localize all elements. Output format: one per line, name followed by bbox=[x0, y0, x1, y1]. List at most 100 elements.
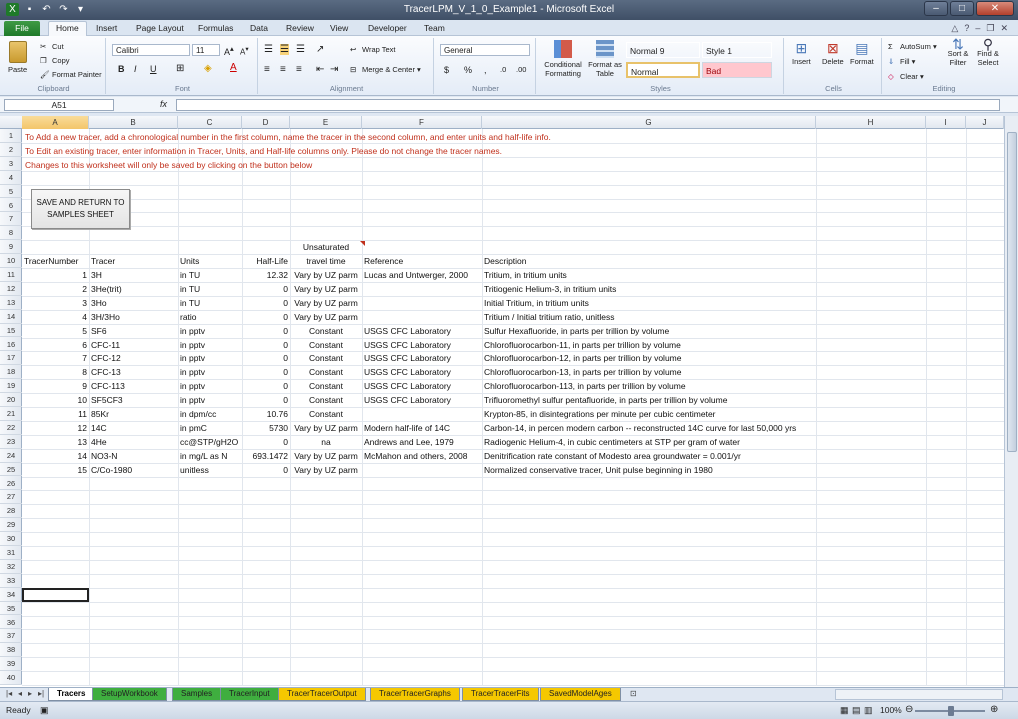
cell-tracer[interactable]: CFC-11 bbox=[91, 338, 176, 352]
formula-input[interactable] bbox=[176, 99, 1000, 111]
format-painter-button[interactable]: 🖌 Format Painter bbox=[40, 70, 102, 80]
cell-description[interactable]: Krypton-85, in disintegrations per minut… bbox=[484, 407, 814, 421]
cell-half-life[interactable]: 5730 bbox=[244, 421, 288, 435]
zoom-knob[interactable] bbox=[948, 706, 954, 716]
cell-tracer[interactable]: 3H bbox=[91, 268, 176, 282]
style-normal9[interactable]: Normal 9 bbox=[626, 42, 700, 58]
clear-button[interactable]: ◇ Clear ▾ bbox=[888, 72, 924, 82]
cell-tracer[interactable]: CFC-13 bbox=[91, 365, 176, 379]
row-header[interactable]: 33 bbox=[0, 574, 22, 588]
row-header[interactable]: 39 bbox=[0, 657, 22, 672]
row-header[interactable]: 23 bbox=[0, 435, 22, 449]
cell-description[interactable]: Chlorofluorocarbon-13, in parts per tril… bbox=[484, 365, 814, 379]
worksheet-grid[interactable]: ABCDEFGHIJ 1 2 3 4 5 6 7 8 9 10 11 12 13 14 15 16 17 18 19… bbox=[0, 116, 1004, 687]
cell-uz-travel-time[interactable]: Constant bbox=[292, 351, 360, 365]
cell-half-life[interactable]: 0 bbox=[244, 351, 288, 365]
column-header-e[interactable]: E bbox=[290, 116, 362, 129]
page-layout-view-icon[interactable]: ▤ bbox=[852, 705, 861, 716]
header-description[interactable]: Description bbox=[484, 254, 814, 268]
cell-description[interactable]: Chlorofluorocarbon-11, in parts per tril… bbox=[484, 338, 814, 352]
font-name-select[interactable]: Calibri bbox=[112, 44, 190, 56]
cell-half-life[interactable]: 0 bbox=[244, 463, 288, 477]
page-break-view-icon[interactable]: ▥ bbox=[864, 705, 873, 716]
cell-tracer-number[interactable]: 5 bbox=[24, 324, 87, 338]
style-style1[interactable]: Style 1 bbox=[702, 42, 772, 58]
cell-half-life[interactable]: 10.76 bbox=[244, 407, 288, 421]
tab-data[interactable]: Data bbox=[250, 23, 268, 33]
row-header[interactable]: 31 bbox=[0, 546, 22, 560]
cell-description[interactable]: Radiogenic Helium-4, in cubic centimeter… bbox=[484, 435, 814, 449]
cell-half-life[interactable]: 0 bbox=[244, 282, 288, 296]
cell-units[interactable]: in mg/L as N bbox=[180, 449, 240, 463]
column-header-i[interactable]: I bbox=[926, 116, 966, 129]
cell-units[interactable]: in dpm/cc bbox=[180, 407, 240, 421]
cell-units[interactable]: cc@STP/gH2O bbox=[180, 435, 240, 449]
row-header[interactable]: 32 bbox=[0, 560, 22, 574]
increase-decimal-icon[interactable]: .0 bbox=[500, 65, 506, 74]
borders-icon[interactable]: ⊞ bbox=[176, 63, 184, 74]
cell-description[interactable]: Trifluoromethyl sulfur pentafluoride, in… bbox=[484, 393, 814, 407]
row-header[interactable]: 5 bbox=[0, 185, 22, 199]
scroll-thumb[interactable] bbox=[1007, 132, 1017, 452]
format-cells-button[interactable]: ▤ Format bbox=[850, 40, 874, 66]
conditional-formatting-button[interactable]: Conditional Formatting bbox=[540, 40, 586, 78]
workbook-minimize-icon[interactable]: – bbox=[975, 23, 980, 34]
cell-reference[interactable]: Modern half-life of 14C bbox=[364, 421, 480, 435]
row-header[interactable]: 19 bbox=[0, 379, 22, 394]
cell-uz-travel-time[interactable]: Constant bbox=[292, 324, 360, 338]
cell-tracer-number[interactable]: 9 bbox=[24, 379, 87, 393]
cell-description[interactable]: Carbon-14, in percen modern carbon -- re… bbox=[484, 421, 814, 435]
row-header[interactable]: 4 bbox=[0, 171, 22, 185]
style-normal[interactable]: Normal bbox=[626, 62, 700, 78]
row-header[interactable]: 7 bbox=[0, 212, 22, 227]
cut-button[interactable]: ✂ Cut bbox=[40, 42, 64, 52]
comma-button[interactable]: , bbox=[484, 65, 487, 75]
cell-tracer[interactable]: 4He bbox=[91, 435, 176, 449]
cell-uz-travel-time[interactable]: Constant bbox=[292, 393, 360, 407]
cell-tracer-number[interactable]: 11 bbox=[24, 407, 87, 421]
cell-tracer[interactable]: SF5CF3 bbox=[91, 393, 176, 407]
cell-units[interactable]: in pptv bbox=[180, 365, 240, 379]
tab-review[interactable]: Review bbox=[286, 23, 314, 33]
row-header[interactable]: 2 bbox=[0, 143, 22, 157]
new-sheet-icon[interactable]: ⊡ bbox=[630, 689, 637, 698]
align-left-icon[interactable]: ≡ bbox=[264, 64, 270, 75]
insert-cells-button[interactable]: ⊞ Insert bbox=[792, 40, 811, 66]
minimize-ribbon-icon[interactable]: △ bbox=[951, 23, 958, 34]
row-header[interactable]: 36 bbox=[0, 616, 22, 630]
cell-uz-travel-time[interactable]: Vary by UZ parm bbox=[292, 310, 360, 324]
cell-half-life[interactable]: 0 bbox=[244, 310, 288, 324]
cell-description[interactable]: Initial Tritium, in tritium units bbox=[484, 296, 814, 310]
sheet-tab-setupworkbook[interactable]: SetupWorkbook bbox=[92, 688, 167, 701]
cell-uz-travel-time[interactable]: Vary by UZ parm bbox=[292, 296, 360, 310]
tab-file[interactable]: File bbox=[4, 21, 40, 36]
cell-reference[interactable]: USGS CFC Laboratory bbox=[364, 365, 480, 379]
vertical-scrollbar[interactable] bbox=[1004, 116, 1018, 687]
first-sheet-icon[interactable]: |◂ bbox=[6, 689, 12, 698]
format-as-table-button[interactable]: Format as Table bbox=[588, 40, 622, 78]
cell-reference[interactable]: Andrews and Lee, 1979 bbox=[364, 435, 480, 449]
cell-reference[interactable] bbox=[364, 282, 480, 296]
cell-tracer-number[interactable]: 14 bbox=[24, 449, 87, 463]
row-header[interactable]: 11 bbox=[0, 268, 22, 282]
row-header[interactable]: 24 bbox=[0, 449, 22, 463]
row-header[interactable]: 3 bbox=[0, 157, 22, 171]
row-header[interactable]: 17 bbox=[0, 351, 22, 366]
cell-tracer[interactable]: C/Co-1980 bbox=[91, 463, 176, 477]
row-header[interactable]: 16 bbox=[0, 338, 22, 352]
cell-reference[interactable]: Lucas and Untwerger, 2000 bbox=[364, 268, 480, 282]
cell-tracer-number[interactable]: 7 bbox=[24, 351, 87, 365]
zoom-in-icon[interactable]: ⊕ bbox=[990, 704, 998, 715]
cell-tracer[interactable]: 3H/3Ho bbox=[91, 310, 176, 324]
percent-button[interactable]: % bbox=[464, 65, 472, 75]
horizontal-scrollbar[interactable] bbox=[835, 689, 1003, 700]
cell-description[interactable]: Chlorofluorocarbon-12, in parts per tril… bbox=[484, 351, 814, 365]
cell-half-life[interactable]: 0 bbox=[244, 296, 288, 310]
wrap-text-button[interactable]: ↩ Wrap Text bbox=[350, 45, 396, 55]
cell-description[interactable]: Denitrification rate constant of Modesto… bbox=[484, 449, 814, 463]
align-top-icon[interactable]: ☰ bbox=[264, 44, 273, 55]
selected-cell[interactable] bbox=[22, 588, 89, 602]
header-half-life[interactable]: Half-Life bbox=[244, 254, 288, 268]
column-header-c[interactable]: C bbox=[178, 116, 242, 129]
font-color-icon[interactable]: A bbox=[230, 62, 237, 73]
